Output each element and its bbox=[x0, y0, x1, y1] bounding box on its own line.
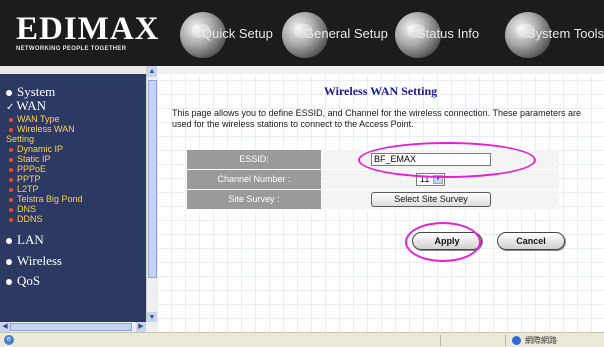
bullet-icon bbox=[9, 187, 13, 192]
sidebar-subitem-telstra-big-pond[interactable]: Telstra Big Pond bbox=[9, 194, 83, 204]
logo-tagline: NETWORKING PEOPLE TOGETHER bbox=[16, 46, 127, 52]
bullet-icon bbox=[6, 90, 12, 97]
sidebar-item-label: System bbox=[17, 84, 56, 99]
site-survey-label: Site Survey : bbox=[187, 190, 321, 209]
sidebar-item-wan[interactable]: ✓ WAN bbox=[6, 98, 46, 114]
tab-system-tools-label: System Tools bbox=[527, 26, 604, 41]
tab-quick-setup[interactable]: Quick Setup bbox=[180, 8, 280, 60]
sidebar-vertical-scrollbar[interactable]: ▲ ▼ bbox=[146, 66, 157, 325]
sidebar-subitem-static-ip[interactable]: Static IP bbox=[9, 154, 51, 164]
sidebar-item-qos[interactable]: QoS bbox=[6, 273, 40, 289]
sidebar-top-strip bbox=[0, 66, 150, 74]
sidebar-item-label: LAN bbox=[17, 232, 44, 247]
bullet-icon bbox=[9, 167, 13, 172]
security-zone-label: 網際網路 bbox=[525, 336, 557, 345]
main-top-strip bbox=[157, 66, 604, 74]
main-content: Wireless WAN Setting This page allows yo… bbox=[157, 66, 604, 332]
apply-highlight-circle bbox=[405, 222, 481, 262]
bullet-icon bbox=[9, 117, 13, 122]
sidebar-subitem-wireless-wan-setting[interactable]: Setting bbox=[6, 134, 34, 144]
tab-status-info[interactable]: Status Info bbox=[395, 8, 495, 60]
sidebar-subitem-pptp[interactable]: PPTP bbox=[9, 174, 41, 184]
channel-number-label: Channel Number : bbox=[187, 170, 321, 189]
edimax-logo: EDIMAX bbox=[16, 11, 160, 47]
tab-system-tools[interactable]: System Tools bbox=[505, 8, 604, 60]
sidebar: System ✓ WAN WAN Type Wireless WAN Settin… bbox=[0, 66, 150, 332]
sidebar-item-label: Wireless bbox=[17, 253, 62, 268]
sidebar-horizontal-scrollbar[interactable]: ◀ ▶ bbox=[0, 322, 157, 332]
sidebar-subitem-dynamic-ip[interactable]: Dynamic IP bbox=[9, 144, 63, 154]
table-row: Site Survey : Select Site Survey bbox=[187, 190, 559, 210]
scrollbar-thumb[interactable] bbox=[10, 323, 132, 331]
sidebar-item-lan[interactable]: LAN bbox=[6, 232, 44, 248]
tab-general-setup-label: General Setup bbox=[304, 26, 388, 41]
tab-quick-setup-label: Quick Setup bbox=[202, 26, 273, 41]
select-site-survey-button[interactable]: Select Site Survey bbox=[371, 192, 491, 207]
sidebar-item-label: QoS bbox=[17, 273, 41, 288]
scrollbar-thumb[interactable] bbox=[148, 80, 157, 278]
header-bar: EDIMAX NETWORKING PEOPLE TOGETHER Quick … bbox=[0, 0, 604, 66]
site-survey-cell: Select Site Survey bbox=[322, 190, 559, 209]
sidebar-subitem-ddns[interactable]: DDNS bbox=[9, 214, 43, 224]
bullet-icon bbox=[9, 127, 13, 132]
sidebar-item-label: WAN bbox=[16, 98, 46, 113]
essid-label: ESSID: bbox=[187, 150, 321, 169]
bullet-icon bbox=[9, 197, 13, 202]
bullet-icon bbox=[9, 177, 13, 182]
page-icon: e bbox=[4, 335, 14, 345]
status-divider bbox=[505, 335, 506, 346]
scroll-up-arrow-icon[interactable]: ▲ bbox=[147, 66, 157, 77]
sidebar-subitem-pppoe[interactable]: PPPoE bbox=[9, 164, 46, 174]
bullet-icon bbox=[6, 238, 12, 245]
status-divider bbox=[440, 335, 441, 346]
bullet-icon bbox=[9, 157, 13, 162]
sidebar-item-wireless[interactable]: Wireless bbox=[6, 253, 62, 269]
tab-general-setup[interactable]: General Setup bbox=[282, 8, 392, 60]
scroll-right-arrow-icon[interactable]: ▶ bbox=[136, 322, 146, 332]
sidebar-subitem-l2tp[interactable]: L2TP bbox=[9, 184, 39, 194]
scroll-left-arrow-icon[interactable]: ◀ bbox=[0, 322, 10, 332]
tab-status-info-label: Status Info bbox=[417, 26, 480, 41]
sidebar-subitem-wan-type[interactable]: WAN Type bbox=[9, 114, 60, 124]
essid-highlight-circle bbox=[358, 142, 536, 178]
bullet-icon bbox=[9, 207, 13, 212]
checkmark-icon: ✓ bbox=[6, 102, 15, 113]
cancel-button[interactable]: Cancel bbox=[497, 232, 565, 250]
bullet-icon bbox=[6, 259, 12, 266]
sidebar-subitem-dns[interactable]: DNS bbox=[9, 204, 36, 214]
sidebar-subitem-wireless-wan[interactable]: Wireless WAN bbox=[9, 124, 75, 134]
bullet-icon bbox=[9, 147, 13, 152]
page-title: Wireless WAN Setting bbox=[323, 84, 438, 98]
bullet-icon bbox=[6, 279, 12, 286]
page-description: This page allows you to define ESSID, an… bbox=[172, 108, 582, 129]
internet-zone-icon bbox=[512, 336, 521, 345]
bullet-icon bbox=[9, 217, 13, 222]
browser-status-bar: e 網際網路 bbox=[0, 332, 604, 347]
